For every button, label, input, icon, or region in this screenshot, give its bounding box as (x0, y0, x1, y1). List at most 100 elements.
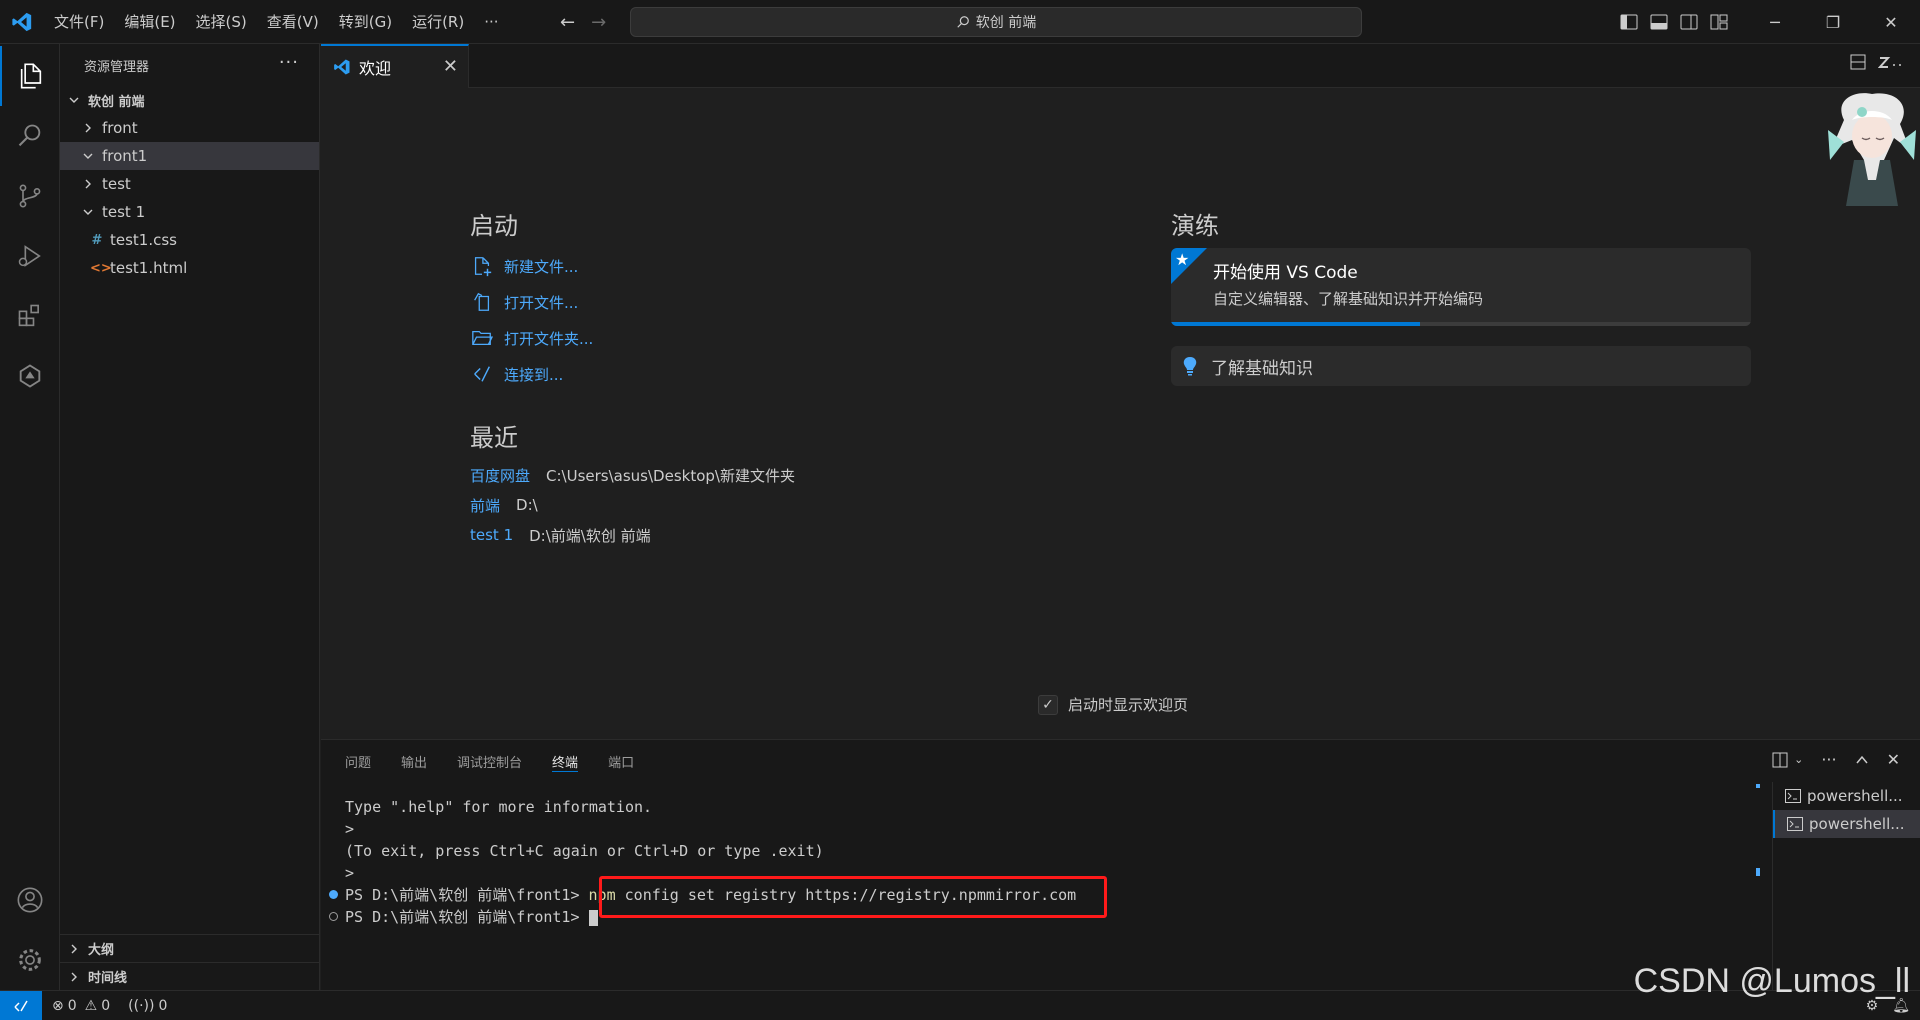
toggle-secondary-sidebar-icon[interactable] (1680, 14, 1698, 30)
split-editor-icon[interactable] (1850, 54, 1866, 70)
maximize-panel-icon[interactable] (1855, 753, 1869, 767)
menu-run[interactable]: 运行(R) (402, 0, 474, 44)
terminal-list: powershell... powershell... (1772, 782, 1920, 991)
walkthrough-progress-bar (1171, 322, 1421, 326)
tab-output[interactable]: 输出 (401, 740, 427, 782)
command-success-dot-icon[interactable] (329, 890, 338, 899)
lightbulb-icon (1183, 357, 1197, 376)
extensions-icon[interactable] (0, 286, 60, 346)
tree-folder-front[interactable]: front (60, 114, 319, 142)
recent-item-path: C:\Users\asus\Desktop\新建文件夹 (546, 466, 795, 485)
search-view-icon[interactable] (0, 106, 60, 166)
more-actions-icon[interactable]: ··· (1821, 750, 1836, 769)
command-pending-dot-icon[interactable] (329, 912, 338, 921)
source-control-icon[interactable] (0, 166, 60, 226)
start-title: 启动 (470, 212, 518, 240)
mascot-image (1828, 93, 1916, 206)
show-welcome-on-startup[interactable]: ✓ 启动时显示欢迎页 (1038, 694, 1188, 715)
chevron-down-icon[interactable]: ⌄ (1794, 753, 1803, 766)
remote-icon (14, 1000, 28, 1012)
welcome-start-section: 启动 新建文件... 打开文件... 打开文件夹... 连接到... 最近 百度… (470, 206, 1030, 550)
tab-terminal[interactable]: 终端 (552, 740, 579, 782)
error-count: 0 (67, 997, 77, 1014)
tree-item-label: front1 (102, 147, 148, 165)
menu-more[interactable]: ··· (474, 0, 508, 44)
terminal-icon (1787, 817, 1803, 831)
sleep-zz-icon[interactable] (1878, 54, 1906, 70)
recent-item-path: D:\前端\软创 前端 (529, 526, 651, 545)
restore-button[interactable]: ❐ (1804, 0, 1862, 44)
checkbox-checked-icon[interactable]: ✓ (1038, 694, 1058, 715)
ports-status[interactable]: ((·)) 0 (128, 998, 167, 1014)
menu-go[interactable]: 转到(G) (329, 0, 402, 44)
tree-file-test1-html[interactable]: <> test1.html (60, 254, 319, 282)
command-center-search[interactable]: 软创 前端 (630, 7, 1362, 37)
recent-item-name[interactable]: 百度网盘 (470, 465, 530, 486)
workspace-root[interactable]: 软创 前端 (60, 86, 319, 114)
new-file-link[interactable]: 新建文件... (470, 248, 1030, 284)
minimize-button[interactable]: ─ (1746, 0, 1804, 44)
settings-gear-icon[interactable] (0, 930, 60, 990)
close-panel-icon[interactable]: ✕ (1887, 750, 1900, 769)
tree-folder-test[interactable]: test (60, 170, 319, 198)
terminal-cursor (588, 909, 598, 926)
tab-problems[interactable]: 问题 (345, 740, 371, 782)
terminal-instance-1[interactable]: powershell... (1773, 782, 1920, 810)
walkthrough-card2-label: 了解基础知识 (1211, 358, 1313, 379)
accounts-icon[interactable] (0, 870, 60, 930)
walkthrough-card-description: 自定义编辑器、了解基础知识并开始编码 (1213, 290, 1484, 308)
recent-title: 最近 (470, 424, 518, 452)
split-terminal-icon[interactable] (1772, 752, 1788, 768)
recent-item-name[interactable]: 前端 (470, 495, 500, 516)
explorer-more-actions[interactable]: ··· (279, 52, 299, 73)
walkthrough-get-started-card[interactable]: ★ 开始使用 VS Code 自定义编辑器、了解基础知识并开始编码 (1171, 248, 1751, 326)
terminal-icon (1785, 789, 1801, 803)
tab-welcome[interactable]: 欢迎 ✕ (321, 44, 469, 88)
toggle-panel-icon[interactable] (1650, 14, 1668, 30)
terminal-line: Type ".help" for more information. (345, 798, 653, 816)
customize-layout-icon[interactable] (1710, 14, 1728, 30)
tab-ports[interactable]: 端口 (608, 740, 634, 782)
chevron-right-icon (66, 943, 82, 955)
close-icon[interactable]: ✕ (443, 56, 458, 77)
walkthrough-fundamentals-card[interactable]: 了解基础知识 (1171, 346, 1751, 386)
walkthroughs-title: 演练 (1171, 212, 1219, 240)
welcome-walkthroughs-section: 演练 ★ 开始使用 VS Code 自定义编辑器、了解基础知识并开始编码 了解基… (1171, 206, 1751, 386)
open-file-link[interactable]: 打开文件... (470, 284, 1030, 320)
back-arrow-icon[interactable]: ← (560, 12, 575, 33)
recent-item: test 1 D:\前端\软创 前端 (470, 520, 1030, 550)
remote-indicator[interactable] (0, 990, 42, 1020)
remote-explorer-icon[interactable] (0, 346, 60, 406)
chevron-down-icon (80, 150, 96, 162)
tree-file-test1-css[interactable]: # test1.css (60, 226, 319, 254)
forward-arrow-icon[interactable]: → (591, 12, 606, 33)
toggle-primary-sidebar-icon[interactable] (1620, 14, 1638, 30)
open-folder-link[interactable]: 打开文件夹... (470, 320, 1030, 356)
warning-icon: ⚠ (84, 997, 98, 1014)
problems-status[interactable]: ⊗ 0 ⚠ 0 (52, 998, 110, 1014)
explorer-title: 资源管理器 (84, 59, 150, 75)
explorer-header: 资源管理器 ··· (60, 44, 319, 86)
timeline-label: 时间线 (88, 971, 128, 986)
connect-to-link[interactable]: 连接到... (470, 356, 1030, 392)
menu-file[interactable]: 文件(F) (44, 0, 114, 44)
close-window-button[interactable]: ✕ (1862, 0, 1920, 44)
explorer-icon[interactable] (0, 46, 60, 106)
status-bar: ⊗ 0 ⚠ 0 ((·)) 0 ⚙ 🔔︎ (0, 990, 1920, 1020)
run-debug-icon[interactable] (0, 226, 60, 286)
star-icon: ★ (1175, 250, 1190, 269)
recent-item-name[interactable]: test 1 (470, 526, 513, 544)
tab-debug-console[interactable]: 调试控制台 (457, 740, 522, 782)
menu-edit[interactable]: 编辑(E) (114, 0, 185, 44)
terminal-instance-2[interactable]: powershell... (1773, 810, 1920, 838)
terminal-instance-label: powershell... (1809, 815, 1905, 833)
timeline-section[interactable]: 时间线 (60, 962, 320, 990)
menu-selection[interactable]: 选择(S) (186, 0, 257, 44)
chevron-down-icon (80, 206, 96, 218)
tree-folder-test-1[interactable]: test 1 (60, 198, 319, 226)
new-file-label: 新建文件... (504, 257, 579, 276)
outline-section[interactable]: 大纲 (60, 934, 320, 962)
tree-folder-front1[interactable]: front1 (60, 142, 319, 170)
menu-view[interactable]: 查看(V) (257, 0, 329, 44)
tree-item-label: test1.html (110, 259, 188, 277)
